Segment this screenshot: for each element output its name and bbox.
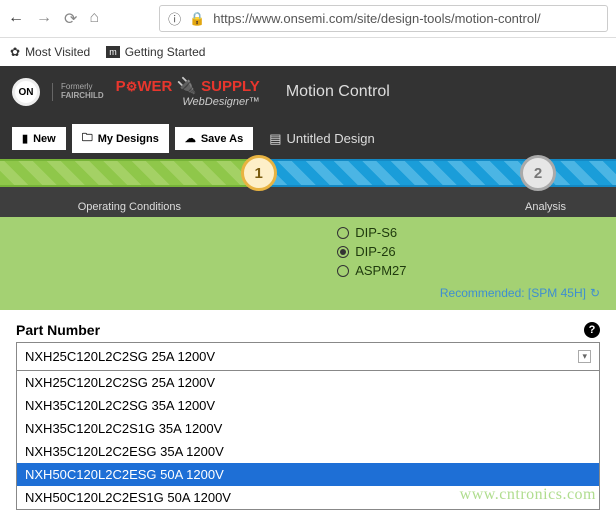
folder-icon: 🗀 (82, 129, 93, 148)
my-designs-button[interactable]: 🗀 My Designs (72, 124, 169, 153)
dropdown-option[interactable]: NXH25C120L2C2SG 25A 1200V (17, 371, 599, 394)
bookmark-label: Most Visited (25, 45, 90, 59)
document-icon: ▤ (269, 131, 281, 147)
radio-item-dip-26[interactable]: DIP-26 (337, 242, 600, 261)
part-number-select[interactable]: NXH25C120L2C2SG 25A 1200V ▾ (16, 342, 600, 371)
package-radio-group: DIP-S6 DIP-26 ASPM27 (337, 223, 600, 280)
design-title: Untitled Design (287, 131, 375, 146)
step-1-label: Operating Conditions (0, 201, 259, 213)
info-icon[interactable]: ⓘ (168, 9, 181, 28)
part-number-section: Part Number ? NXH25C120L2C2SG 25A 1200V … (0, 310, 616, 510)
dropdown-option[interactable]: NXH35C120L2C2SG 35A 1200V (17, 394, 599, 417)
button-label: New (33, 133, 56, 145)
star-icon: ✿ (10, 45, 20, 59)
radio-icon (337, 265, 349, 277)
browser-navigation-bar: ← → ⟳ ⌂ ⓘ 🔒 https://www.onsemi.com/site/… (0, 0, 616, 38)
plug-icon: 🔌 (177, 78, 197, 95)
bookmark-getting-started[interactable]: m Getting Started (106, 45, 205, 59)
url-text: https://www.onsemi.com/site/design-tools… (213, 11, 599, 26)
progress-done (0, 159, 259, 187)
design-title-area[interactable]: ▤ Untitled Design (269, 131, 374, 147)
app-header: ON Formerly FAIRCHILD P⚙WER 🔌 SUPPLY Web… (0, 66, 616, 118)
bookmark-label: Getting Started (125, 45, 206, 59)
fairchild-text: Formerly FAIRCHILD (52, 83, 104, 101)
home-icon[interactable]: ⌂ (89, 9, 99, 29)
page-title: Motion Control (286, 83, 390, 101)
lock-icon: 🔒 (189, 11, 205, 27)
power-supply-logo: P⚙WER 🔌 SUPPLY WebDesigner™ (116, 76, 260, 108)
on-logo: ON (12, 78, 40, 106)
help-icon[interactable]: ? (584, 322, 600, 338)
reload-icon[interactable]: ⟳ (64, 9, 77, 29)
selected-value: NXH25C120L2C2SG 25A 1200V (25, 349, 215, 364)
bookmarks-bar: ✿ Most Visited m Getting Started (0, 38, 616, 66)
radio-icon (337, 227, 349, 239)
nav-arrow-group: ← → ⟳ ⌂ (8, 9, 99, 29)
new-button[interactable]: ▮ New (12, 127, 66, 150)
file-icon: ▮ (22, 132, 28, 145)
step-labels: Operating Conditions Analysis (0, 187, 616, 217)
m-icon: m (106, 46, 120, 58)
subbrand-text: WebDesigner™ (116, 96, 260, 108)
save-as-button[interactable]: ☁ Save As (175, 127, 253, 150)
step-1-circle[interactable]: 1 (241, 155, 277, 191)
bookmark-most-visited[interactable]: ✿ Most Visited (10, 45, 90, 59)
back-icon[interactable]: ← (8, 9, 24, 29)
watermark: www.cntronics.com (460, 486, 596, 504)
recommended-link[interactable]: Recommended: [SPM 45H] ↻ (16, 286, 600, 300)
button-label: Save As (201, 133, 243, 145)
dropdown-option[interactable]: NXH35C120L2C2ESG 35A 1200V (17, 440, 599, 463)
package-panel: DIP-S6 DIP-26 ASPM27 Recommended: [SPM 45H… (0, 217, 616, 310)
button-label: My Designs (98, 133, 159, 145)
dropdown-option[interactable]: NXH50C120L2C2ESG 50A 1200V (17, 463, 599, 486)
radio-item-aspm27[interactable]: ASPM27 (337, 261, 600, 280)
cloud-icon: ☁ (185, 132, 196, 145)
radio-label: DIP-S6 (355, 225, 397, 240)
dropdown-option[interactable]: NXH35C120L2C2S1G 35A 1200V (17, 417, 599, 440)
progress-remaining (259, 159, 616, 187)
radio-label: DIP-26 (355, 244, 395, 259)
gear-icon: ⚙ (126, 79, 138, 94)
part-number-header: Part Number ? (16, 322, 600, 338)
stepper: 1 2 Operating Conditions Analysis (0, 159, 616, 217)
chevron-down-icon[interactable]: ▾ (578, 350, 591, 363)
step-2-circle[interactable]: 2 (520, 155, 556, 191)
url-bar[interactable]: ⓘ 🔒 https://www.onsemi.com/site/design-t… (159, 5, 608, 32)
refresh-icon: ↻ (590, 286, 600, 300)
forward-icon[interactable]: → (36, 9, 52, 29)
radio-label: ASPM27 (355, 263, 406, 278)
radio-item-dip-s6[interactable]: DIP-S6 (337, 223, 600, 242)
step-2-label: Analysis (259, 201, 616, 213)
design-toolbar: ▮ New 🗀 My Designs ☁ Save As ▤ Untitled … (0, 118, 616, 159)
radio-icon (337, 246, 349, 258)
part-number-label: Part Number (16, 322, 100, 338)
